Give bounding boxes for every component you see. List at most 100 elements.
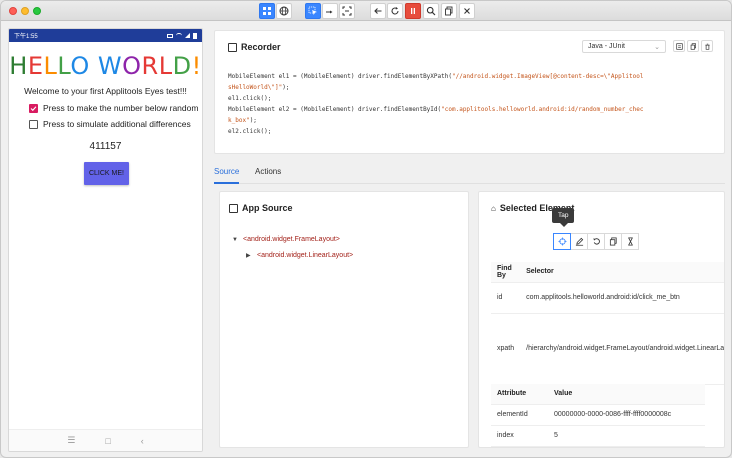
findby-cell: id [491, 282, 521, 314]
show-boilerplate-button[interactable] [673, 40, 685, 52]
pause-recording-button[interactable] [405, 3, 421, 19]
selected-element-panel: ⌂ Selected Element Tap Find By Selector … [478, 191, 725, 448]
tap-button[interactable] [553, 233, 571, 250]
tree-node-framelayout[interactable]: ▼ <android.widget.FrameLayout> [232, 236, 340, 243]
generated-code: MobileElement el1 = (MobileElement) driv… [228, 73, 644, 135]
close-icon [464, 8, 470, 14]
table-row[interactable]: xpath /hierarchy/android.widget.FrameLay… [491, 313, 724, 385]
tab-source[interactable]: Source [214, 167, 240, 184]
random-number-checkbox[interactable] [29, 103, 38, 113]
refresh-icon [391, 7, 399, 15]
minimize-window-button[interactable] [21, 7, 29, 15]
caret-right-icon[interactable]: ▶ [246, 252, 252, 259]
copy-attributes-button[interactable] [604, 233, 622, 250]
native-mode-button[interactable] [259, 3, 275, 19]
wifi-icon [176, 33, 182, 38]
tree-node-label[interactable]: <android.widget.LinearLayout> [257, 252, 353, 259]
file-icon [229, 203, 238, 213]
clear-actions-button[interactable] [701, 40, 713, 52]
clear-button[interactable] [587, 233, 605, 250]
copy-icon [445, 6, 453, 16]
menu-icon[interactable]: ☰ [67, 435, 75, 446]
hello-letter: D [172, 52, 192, 80]
selector-cell[interactable]: /hierarchy/android.widget.FrameLayout/an… [520, 313, 724, 385]
home-icon[interactable]: □ [105, 436, 110, 446]
tree-node-linearlayout[interactable]: ▶ <android.widget.LinearLayout> [246, 252, 353, 259]
value-header: Value [548, 384, 705, 405]
inspector-tabs: Source Actions [214, 166, 725, 184]
caret-down-icon[interactable]: ▼ [232, 237, 238, 243]
pencil-icon [575, 237, 583, 246]
signal-icon [185, 33, 190, 38]
arrow-left-icon [374, 8, 382, 14]
attribute-cell: index [491, 425, 548, 447]
value-cell[interactable]: 5 [548, 425, 705, 447]
search-button[interactable] [423, 3, 439, 19]
element-actions [553, 233, 639, 250]
back-icon[interactable]: ‹ [141, 436, 144, 446]
copy-xml-button[interactable] [441, 3, 457, 19]
tree-node-label[interactable]: <android.widget.FrameLayout> [243, 236, 340, 243]
app-source-title-text: App Source [242, 203, 293, 213]
app-source-panel: App Source ▼ <android.widget.FrameLayout… [219, 191, 469, 448]
recorder-title-text: Recorder [241, 42, 281, 52]
chevron-down-icon: ⌄ [654, 43, 660, 51]
recorder-title: Recorder [228, 42, 281, 52]
selector-header: Selector [520, 262, 724, 283]
tap-tooltip: Tap [552, 208, 575, 227]
table-row[interactable]: id com.applitools.helloworld.android:id/… [491, 282, 724, 314]
welcome-text: Welcome to your first Applitools Eyes te… [24, 86, 187, 96]
hello-letter: L [158, 52, 173, 80]
frame-icon [342, 6, 352, 16]
boilerplate-icon [675, 42, 683, 50]
tag-icon: ⌂ [491, 203, 496, 213]
mail-icon [167, 33, 173, 38]
random-number-checkbox-row[interactable]: Press to make the number below random [29, 103, 202, 113]
value-cell[interactable]: 00000000-0000-0086-ffff-ffff0000008c [548, 404, 705, 426]
random-number-text: 411157 [89, 141, 122, 152]
simulate-diff-checkbox[interactable] [29, 119, 38, 129]
selector-cell[interactable]: com.applitools.helloworld.android:id/cli… [520, 282, 724, 314]
copy-icon [690, 42, 696, 50]
table-row[interactable]: index 5 [491, 425, 705, 447]
table-row[interactable]: elementId 00000000-0000-0086-ffff-ffff00… [491, 404, 705, 426]
tab-actions[interactable]: Actions [255, 167, 281, 182]
send-keys-button[interactable] [570, 233, 588, 250]
android-status-bar: 下午1:55 [9, 29, 202, 42]
tap-coordinates-button[interactable] [339, 3, 355, 19]
search-icon [426, 6, 436, 16]
device-screenshot[interactable]: 下午1:55 HELLO WORLD! Welcome to your firs… [8, 28, 203, 452]
close-window-button[interactable] [9, 7, 17, 15]
hello-letter: L [57, 52, 71, 80]
zoom-window-button[interactable] [33, 7, 41, 15]
simulate-diff-checkbox-row[interactable]: Press to simulate additional differences [29, 119, 202, 129]
random-number-checkbox-label: Press to make the number below random [43, 103, 199, 113]
hello-letter: O [70, 52, 90, 80]
quit-session-button[interactable] [459, 3, 475, 19]
refresh-button[interactable] [387, 3, 403, 19]
web-mode-button[interactable] [276, 3, 292, 19]
findby-header: Find By [491, 262, 521, 283]
back-button[interactable] [370, 3, 386, 19]
pause-icon [411, 8, 415, 14]
crosshair-icon [557, 237, 567, 246]
hello-world-title: HELLO WORLD! [9, 52, 202, 80]
battery-icon [193, 32, 197, 39]
check-icon [30, 105, 37, 111]
grid-icon [263, 7, 271, 15]
selector-table: Find By Selector id com.applitools.hello… [491, 262, 724, 385]
select-elements-button[interactable] [305, 3, 321, 19]
hello-letter: R [141, 52, 159, 80]
language-select[interactable]: Java - JUnit ⌄ [582, 40, 666, 53]
swipe-icon [326, 10, 333, 14]
findby-cell: xpath [491, 313, 521, 385]
hello-letter: O [122, 52, 142, 80]
status-time: 下午1:55 [14, 34, 38, 40]
click-me-button[interactable]: CLICK ME! [84, 162, 129, 185]
globe-icon [279, 6, 289, 16]
timing-button[interactable] [621, 233, 639, 250]
hello-letter: L [43, 52, 58, 80]
code-icon [228, 42, 237, 52]
copy-code-button[interactable] [687, 40, 699, 52]
swipe-button[interactable] [322, 3, 338, 19]
